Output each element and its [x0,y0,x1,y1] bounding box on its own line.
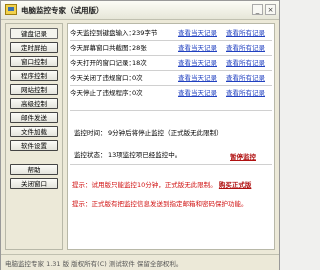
nav-program-control[interactable]: 程序控制 [10,70,58,81]
status-bar: 电脑监控专家 1.31 版 版权所有(C) 测试软件 保留全部权利。 [1,254,279,270]
title-bar[interactable]: 电脑监控专家（试用版） _ × [1,1,279,20]
divider [70,55,272,56]
nav-email-send[interactable]: 邮件发送 [10,112,58,123]
main-panel: 今天监控到键盘输入： 239字节 查看当天记录 查看所有记录 今天屏幕窗口共截图… [67,23,275,250]
divider [70,70,272,71]
trial-warning: 提示：试用版只能监控10分钟，正式版无此限制。 购买正式版 [72,180,251,190]
stat-row-stopped-programs: 今天停止了违规程序： 0次 查看当天记录 查看所有记录 [70,88,272,99]
close-button[interactable]: × [265,4,276,15]
view-all-link[interactable]: 查看所有记录 [226,58,265,69]
divider [70,85,272,86]
nav-help[interactable]: 帮助 [10,164,58,175]
feature-warning: 提示：正式版有把监控信息发送到指定邮箱和密码保护功能。 [72,200,248,208]
divider [70,40,272,41]
pause-monitor-link[interactable]: 暂停监控 [230,151,256,161]
nav-file-load[interactable]: 文件加载 [10,126,58,137]
stat-value: 0次 [132,74,143,82]
app-logo-icon [5,4,17,15]
nav-timed-screenshot[interactable]: 定时屏拍 [10,42,58,53]
sidebar: 键盘记录 定时屏拍 窗口控制 程序控制 网站控制 高级控制 邮件发送 文件加载 … [5,23,63,250]
app-window: 电脑监控专家（试用版） _ × 键盘记录 定时屏拍 窗口控制 程序控制 网站控制… [0,0,280,270]
view-today-link[interactable]: 查看当天记录 [178,88,217,99]
stat-value: 0次 [132,89,143,97]
stat-row-windows: 今天打开的窗口记录： 18次 查看当天记录 查看所有记录 [70,58,272,69]
stat-row-keyboard: 今天监控到键盘输入： 239字节 查看当天记录 查看所有记录 [70,28,272,39]
stat-label: 今天屏幕窗口共截图： [70,44,135,52]
nav-software-settings[interactable]: 软件设置 [10,140,58,151]
buy-full-version-link[interactable]: 购买正式版 [219,181,252,189]
window-title: 电脑监控专家（试用版） [21,6,104,15]
divider [70,164,272,165]
monitor-status-label: 监控状态： [74,151,107,159]
view-all-link[interactable]: 查看所有记录 [226,43,265,54]
nav-advanced-control[interactable]: 高级控制 [10,98,58,109]
stat-label: 今天打开的窗口记录： [70,59,135,67]
stat-label: 今天关闭了违规窗口： [70,74,135,82]
view-today-link[interactable]: 查看当天记录 [178,28,217,39]
stat-row-screenshot: 今天屏幕窗口共截图： 28张 查看当天记录 查看所有记录 [70,43,272,54]
divider [70,110,272,111]
stat-row-closed-windows: 今天关闭了违规窗口： 0次 查看当天记录 查看所有记录 [70,73,272,84]
monitor-time-value: 9分钟后将停止监控（正式版无此限制） [108,129,223,137]
view-all-link[interactable]: 查看所有记录 [226,88,265,99]
stat-label: 今天监控到键盘输入： [70,29,135,37]
monitor-time-label: 监控时间： [74,129,107,137]
view-today-link[interactable]: 查看当天记录 [178,43,217,54]
close-window-button[interactable]: 关闭窗口 [10,178,58,189]
nav-keyboard-log[interactable]: 键盘记录 [10,28,58,39]
view-all-link[interactable]: 查看所有记录 [226,28,265,39]
monitor-status-value: 13项监控项已经监控中。 [108,151,182,159]
minimize-button[interactable]: _ [252,4,263,15]
view-today-link[interactable]: 查看当天记录 [178,73,217,84]
stat-value: 18次 [132,59,147,67]
stat-value: 28张 [132,44,147,52]
stat-label: 今天停止了违规程序： [70,89,135,97]
nav-website-control[interactable]: 网站控制 [10,84,58,95]
status-text: 电脑监控专家 1.31 版 版权所有(C) 测试软件 保留全部权利。 [5,260,183,268]
view-today-link[interactable]: 查看当天记录 [178,58,217,69]
stat-value: 239字节 [132,29,158,37]
nav-window-control[interactable]: 窗口控制 [10,56,58,67]
view-all-link[interactable]: 查看所有记录 [226,73,265,84]
trial-warning-text: 提示：试用版只能监控10分钟，正式版无此限制。 [72,181,217,189]
